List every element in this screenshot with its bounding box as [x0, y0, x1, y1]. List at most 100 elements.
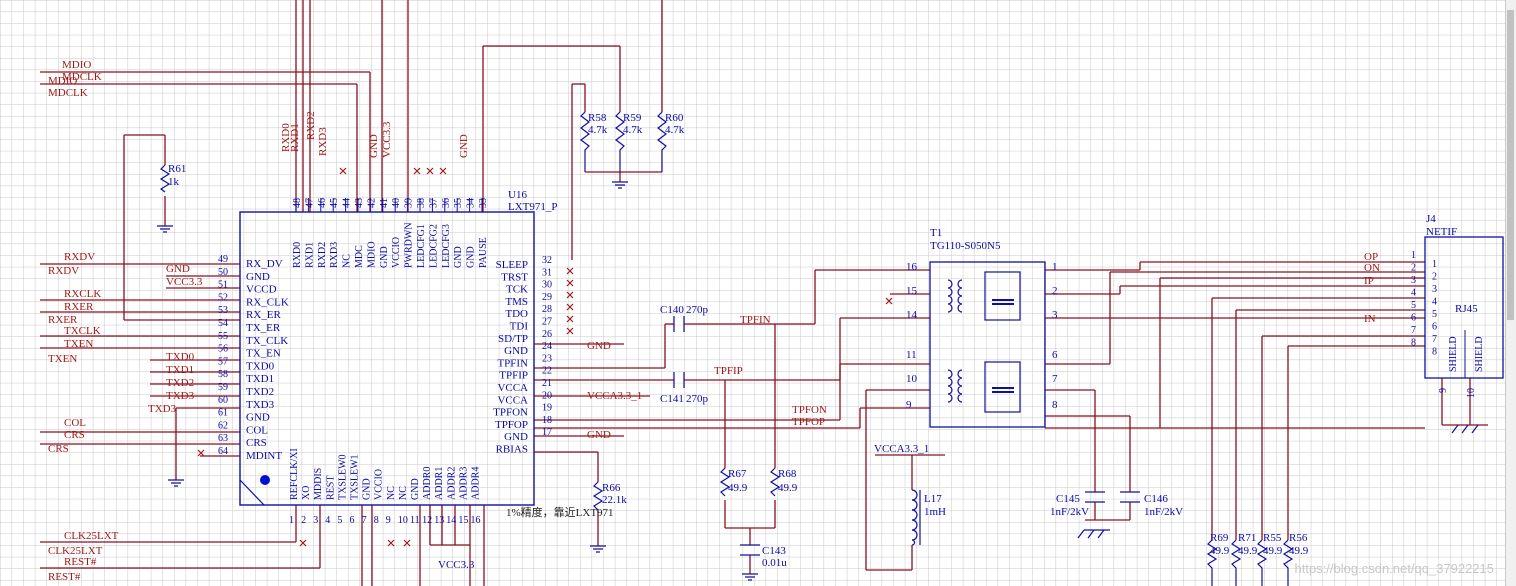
- j4-part: NETIF: [1426, 226, 1457, 238]
- r61-val: 1k: [168, 176, 180, 188]
- u16-bottom-pin-name: ADDR0: [422, 467, 433, 500]
- u16-top-pin-name: GND: [453, 246, 464, 268]
- u16-bottom-pin-number: 15: [458, 515, 468, 526]
- t1-left-pin-number: 9: [906, 399, 912, 411]
- u16-right-pin-name: TPFIN: [497, 357, 528, 369]
- j4-outer-pin-number: 5: [1411, 300, 1416, 311]
- u16-top-pin-name: LEDCFG1: [416, 224, 427, 268]
- j4-inner-pin-number: 5: [1432, 309, 1437, 320]
- r67-ref: R67: [728, 468, 747, 480]
- r55-ref: R55: [1263, 532, 1282, 544]
- u16-bottom-pin-name: REFCLK/XI: [289, 448, 300, 500]
- u16-top-pin-number: 36: [441, 198, 452, 208]
- net-txd0: TXD0: [166, 351, 195, 363]
- u16-left-pin-name: TX_ER: [246, 322, 281, 334]
- u16-right-pin-number: 27: [542, 317, 552, 328]
- net-rxdv: RXDV: [64, 251, 95, 263]
- u16-top-pin-name: RXD1: [304, 242, 315, 268]
- net-col: COL: [64, 417, 86, 429]
- net-mdio: MDIO: [62, 59, 91, 71]
- net-gnd-top2: GND: [458, 134, 470, 158]
- u16-top-pin-number: 40: [391, 198, 402, 208]
- u16-left-pin-number: 55: [218, 331, 228, 342]
- u16-top-pin-name: RXD0: [292, 242, 303, 268]
- net-gnd-left: GND: [166, 263, 190, 275]
- u16-top-pin-number: 39: [404, 198, 415, 208]
- u16-top-pin-name: MDC: [354, 245, 365, 268]
- schematic-canvas: RXD048RXD147RXD246RXD345NC44MDC43MDIO42G…: [0, 0, 1516, 586]
- u16-top-pin-number: 41: [379, 198, 390, 208]
- u16-right-pin-number: 21: [542, 378, 552, 389]
- c141-ref: C141: [660, 393, 684, 405]
- u16-right-pin-number: 24: [542, 341, 552, 352]
- u16-bottom-pin-name: GND: [410, 478, 421, 500]
- j4-inner-pin-number: 4: [1432, 297, 1437, 308]
- r67-val: 49.9: [728, 482, 748, 494]
- j4-inner-pin-number: 7: [1432, 334, 1437, 345]
- c140-val: 270p: [686, 304, 709, 316]
- u16-left-pin-number: 53: [218, 305, 228, 316]
- t1-part: TG110-S050N5: [930, 240, 1001, 252]
- j4-shield2: SHIELD: [1474, 336, 1485, 372]
- u16-left-pin-name: TX_CLK: [246, 335, 288, 347]
- vertical-scrollbar[interactable]: [1505, 0, 1516, 586]
- c141-val: 270p: [686, 393, 709, 405]
- net-rxdv-port: RXDV: [48, 265, 79, 277]
- u16-bottom-pin-name: NC: [398, 486, 409, 500]
- j4-outer-pin-number: 3: [1411, 275, 1416, 286]
- u16-right-pin-name: GND: [504, 345, 528, 357]
- u16-right-pin-number: 17: [542, 427, 552, 438]
- u16-left-pin-name: GND: [246, 412, 270, 424]
- pin1-dot: [260, 475, 270, 485]
- net-crs: CRS: [64, 429, 85, 441]
- net-txd3: TXD3: [166, 390, 195, 402]
- u16-top-pin-number: 37: [428, 198, 439, 208]
- net-clk25: CLK25LXT: [64, 530, 119, 542]
- u16-bottom-pin-number: 6: [350, 515, 355, 526]
- u16-bottom-pin-number: 16: [471, 515, 481, 526]
- u16-left-pin-name: TXD1: [246, 373, 274, 385]
- j4-label: RJ45: [1455, 303, 1478, 315]
- net-txen-port: TXEN: [48, 353, 77, 365]
- u16-right-pin-name: VCCA: [497, 382, 528, 394]
- u16-top-pin-number: 46: [317, 198, 328, 208]
- u16-right-pin-number: 31: [542, 267, 552, 278]
- u16-bottom-pin-number: 9: [386, 515, 391, 526]
- net-rxd2: RXD2: [305, 111, 317, 140]
- net-mdclk-port: MDCLK: [48, 87, 88, 99]
- net-tpfon: TPFON: [792, 404, 827, 416]
- j4-inner-pin-number: 6: [1432, 322, 1437, 333]
- c143-val: 0.01u: [762, 557, 787, 569]
- net-rxd1: RXD1: [289, 123, 301, 152]
- u16-right-pin-number: 23: [542, 353, 552, 364]
- r69-val: 49.9: [1210, 545, 1230, 557]
- net-crs-port: CRS: [48, 443, 69, 455]
- scrollbar-thumb[interactable]: [1507, 10, 1514, 320]
- net-tpfin: TPFIN: [740, 314, 771, 326]
- net-tpfip: TPFIP: [714, 365, 743, 377]
- net-gnd-right2: GND: [587, 429, 611, 441]
- t1-right-pin-number: 7: [1052, 373, 1058, 385]
- net-ip: IP: [1364, 275, 1374, 287]
- u16-bottom-pin-name: ADDR4: [471, 467, 482, 500]
- u16-right-pin-name: GND: [504, 431, 528, 443]
- u16-ref: U16: [508, 189, 527, 201]
- u16-top-pin-number: 35: [453, 198, 464, 208]
- c145-val: 1nF/2kV: [1050, 506, 1089, 518]
- j4-outer-pin-number: 8: [1411, 338, 1416, 349]
- u16-left-pin-number: 59: [218, 382, 228, 393]
- t1-left-pin-number: 11: [906, 349, 917, 361]
- u16-bottom-pin-name: ADDR3: [458, 467, 469, 500]
- u16-top-pin-name: GND: [466, 246, 477, 268]
- u16-bottom-pin-name: VCCIO: [374, 469, 385, 500]
- u16-top-pin-number: 43: [354, 198, 365, 208]
- u16-left-pin-name: MDINT: [246, 450, 282, 462]
- net-txd3-port: TXD3: [148, 403, 177, 415]
- u16-bottom-pin-number: 5: [337, 515, 342, 526]
- net-rxd3: RXD3: [317, 127, 329, 156]
- u16-left-pin-number: 50: [218, 267, 228, 278]
- net-txd1: TXD1: [166, 364, 194, 376]
- u16-left-pin-name: RX_ER: [246, 309, 282, 321]
- j4-inner-pin-number: 1: [1432, 259, 1437, 270]
- j4-outer-pin-number: 1: [1411, 250, 1416, 261]
